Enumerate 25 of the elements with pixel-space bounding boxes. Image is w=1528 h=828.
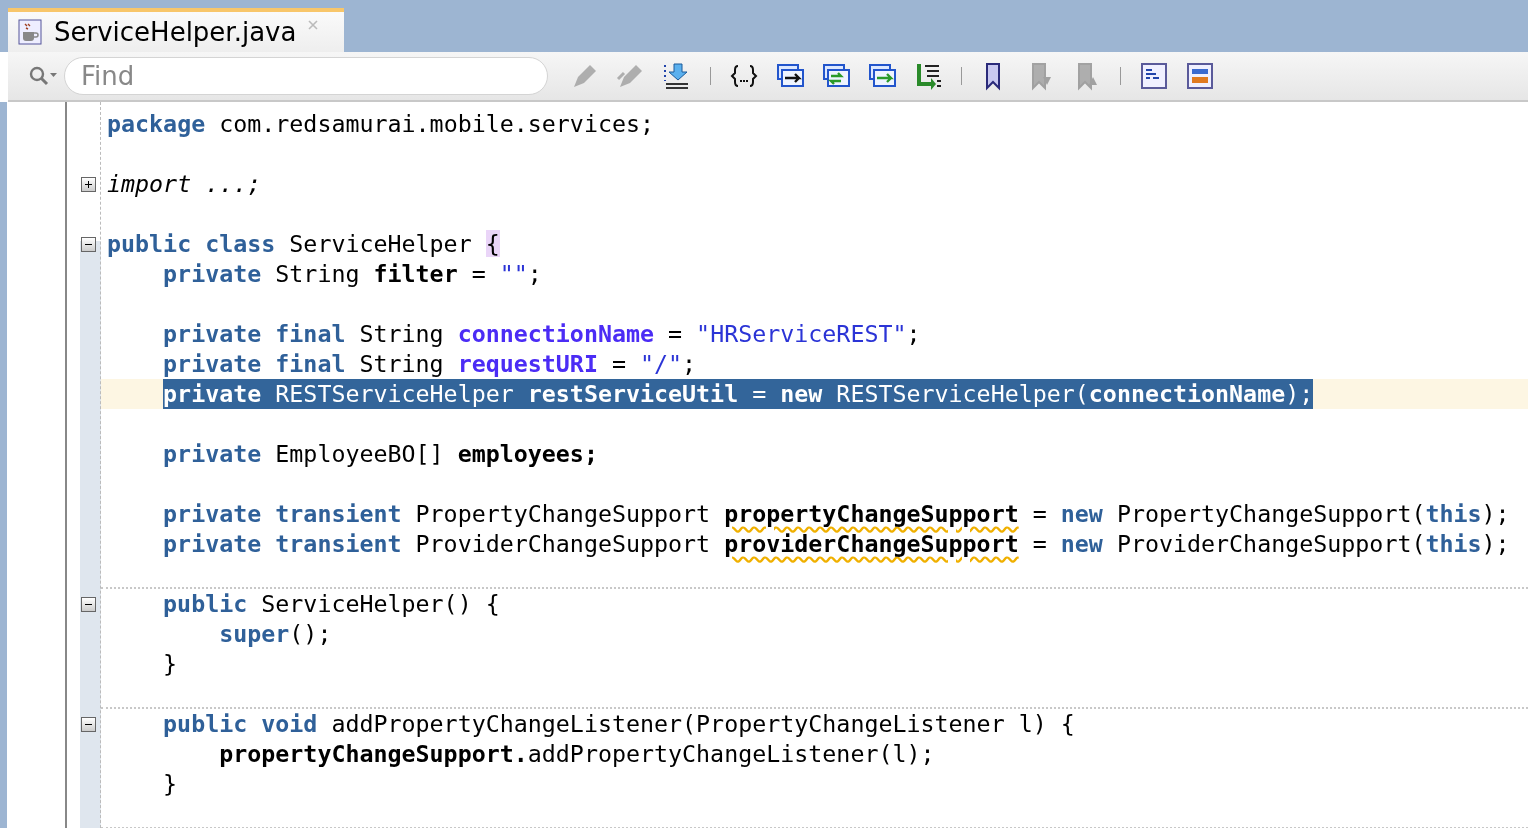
panel-icon[interactable]	[1139, 61, 1169, 91]
code-line: package com.redsamurai.mobile.services;	[107, 109, 655, 139]
code-line: }	[163, 769, 178, 799]
code-line: }	[163, 649, 178, 679]
code-line: super();	[219, 619, 332, 649]
file-tab[interactable]: ServiceHelper.java	[8, 8, 344, 52]
expand-toggle[interactable]	[81, 176, 96, 192]
collapse-toggle[interactable]	[81, 236, 96, 252]
collapse-toggle[interactable]	[81, 716, 96, 732]
code-line: private transient ProviderChangeSupport providerChangeSupport = new ProviderChangeSupport(this);	[163, 529, 1510, 559]
find-field[interactable]: Find	[64, 57, 548, 95]
coffee-cup-icon	[18, 19, 42, 45]
code-line: private String filter = "";	[163, 259, 542, 289]
code-line: private final String connectionName = "HRServiceREST";	[163, 319, 921, 349]
collapse-toggle[interactable]	[81, 596, 96, 612]
code-line: import ...;	[107, 169, 262, 199]
code-line: propertyChangeSupport.addPropertyChangeListener(l);	[219, 739, 935, 769]
code-line: public void addPropertyChangeListener(PropertyChangeListener l) {	[163, 709, 1075, 739]
code-line: private EmployeeBO[] employees;	[163, 439, 598, 469]
code-line: private transient PropertyChangeSupport propertyChangeSupport = new PropertyChangeSupport(this);	[163, 499, 1510, 529]
code-line: public class ServiceHelper {	[107, 229, 500, 259]
panel-icon[interactable]	[1185, 61, 1215, 91]
code-line: public ServiceHelper() {	[163, 589, 500, 619]
code-line: private final String requestURI = "/";	[163, 349, 697, 379]
search-icon[interactable]	[28, 65, 58, 87]
